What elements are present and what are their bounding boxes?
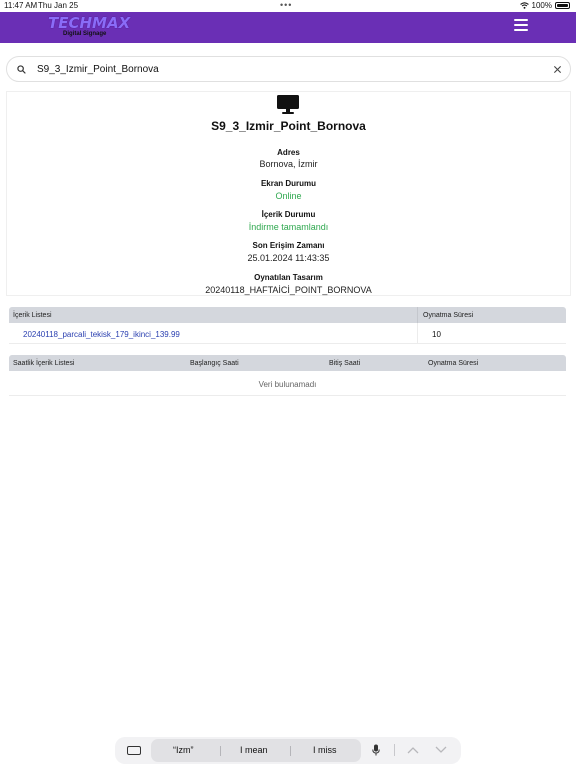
last-access-value: 25.01.2024 11:43:35 [247, 253, 330, 263]
status-bar: 11:47 AM Thu Jan 25 ••• 100% [0, 0, 576, 12]
search-input[interactable] [37, 60, 537, 79]
content-status-value: İndirme tamamlandı [248, 222, 329, 232]
empty-message: Veri bulunamadı [9, 371, 566, 396]
played-design-label: Oynatılan Tasarım [254, 273, 323, 282]
device-name: S9_3_Izmir_Point_Bornova [211, 119, 366, 133]
wifi-icon [519, 2, 529, 9]
app-header: TECHMAX Digital Signage [0, 12, 576, 43]
multitasking-dots[interactable]: ••• [280, 0, 292, 10]
logo-subtitle: Digital Signage [63, 31, 107, 37]
search-bar[interactable] [6, 56, 571, 82]
content-item-link[interactable]: 20240118_parcali_tekisk_179_ikinci_139.9… [23, 330, 180, 339]
logo-text: TECHMAX [48, 14, 131, 32]
hourly-list-header: Saatlik İçerik Listesi [13, 360, 75, 367]
address-value: Bornova, İzmir [259, 159, 318, 169]
content-list-table: İçerik Listesi Oynatma Süresi 20240118_p… [9, 307, 566, 344]
hamburger-menu-icon[interactable] [514, 19, 528, 33]
keyboard-suggestion-bar: “Izm” I mean I miss [115, 737, 461, 764]
play-duration-header: Oynatma Süresi [423, 312, 474, 319]
desktop-monitor-icon [277, 95, 299, 114]
address-label: Adres [277, 148, 300, 157]
status-date: Thu Jan 25 [38, 1, 79, 10]
play-duration-header: Oynatma Süresi [428, 360, 479, 367]
end-time-header: Bitiş Saati [329, 360, 361, 367]
status-time: 11:47 AM [4, 1, 38, 10]
table-row[interactable]: 20240118_parcali_tekisk_179_ikinci_139.9… [9, 323, 566, 344]
table-header: İçerik Listesi Oynatma Süresi [9, 307, 566, 323]
search-icon [17, 65, 26, 74]
column-divider [417, 323, 418, 343]
chevron-up-icon[interactable] [407, 746, 419, 754]
suggestion-separator [290, 746, 291, 756]
techmax-logo[interactable]: TECHMAX Digital Signage [48, 14, 131, 41]
table-header: Saatlik İçerik Listesi Başlangıç Saati B… [9, 355, 566, 371]
screen-status-label: Ekran Durumu [260, 179, 317, 188]
screen-status-value: Online [275, 191, 302, 201]
status-right: 100% [519, 1, 570, 10]
battery-icon [555, 2, 570, 9]
content-list-header: İçerik Listesi [13, 312, 52, 319]
keyboard-icon[interactable] [127, 746, 141, 755]
content-status-label: İçerik Durumu [261, 210, 316, 219]
device-card: S9_3_Izmir_Point_Bornova Adres Bornova, … [6, 91, 571, 296]
suggestion-3[interactable]: I miss [313, 745, 337, 755]
content-item-duration: 10 [432, 330, 441, 339]
close-icon[interactable] [553, 65, 562, 74]
suggestion-2[interactable]: I mean [240, 745, 268, 755]
column-divider [417, 307, 418, 323]
start-time-header: Başlangıç Saati [190, 360, 239, 367]
hourly-content-table: Saatlik İçerik Listesi Başlangıç Saati B… [9, 355, 566, 396]
microphone-icon[interactable] [372, 744, 380, 756]
chevron-down-icon[interactable] [435, 746, 447, 754]
played-design-value: 20240118_HAFTAİCİ_POINT_BORNOVA [205, 285, 372, 295]
suggestion-1[interactable]: “Izm” [173, 745, 194, 755]
toolbar-separator [394, 744, 395, 756]
battery-percent: 100% [531, 1, 552, 10]
last-access-label: Son Erişim Zamanı [252, 241, 325, 250]
suggestion-separator [220, 746, 221, 756]
suggestions: “Izm” I mean I miss [151, 739, 361, 762]
